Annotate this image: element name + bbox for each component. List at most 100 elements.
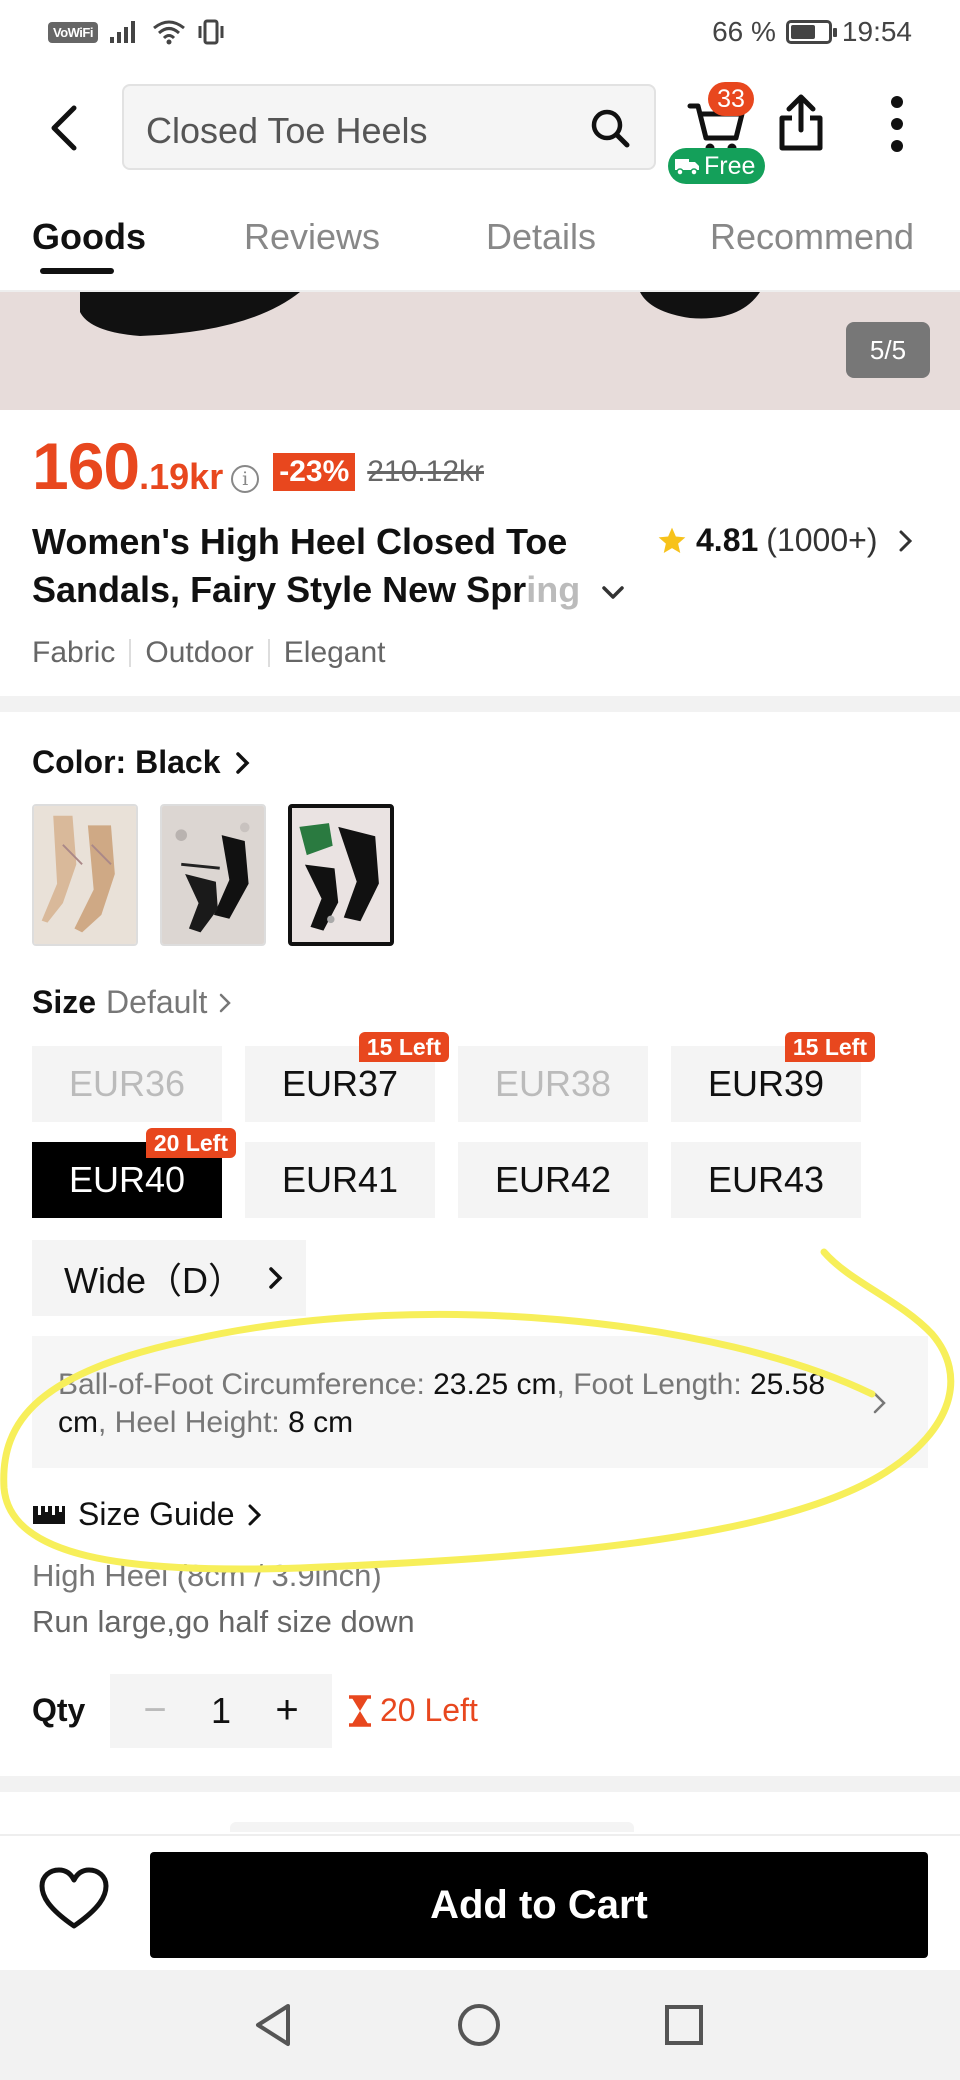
tab-recommend[interactable]: Recommend xyxy=(710,216,914,258)
status-left: VoWiFi xyxy=(48,18,226,46)
tag-item: Outdoor xyxy=(145,636,254,669)
active-tab-indicator xyxy=(40,268,114,274)
chevron-right-icon xyxy=(899,530,913,551)
tab-details[interactable]: Details xyxy=(486,216,596,258)
image-counter: 5/5 xyxy=(846,322,930,378)
search-icon[interactable] xyxy=(588,106,632,150)
chevron-right-icon xyxy=(236,751,250,774)
section-divider xyxy=(0,696,960,712)
swatch-image-black-ankle-strap xyxy=(292,808,390,942)
add-to-cart-button[interactable]: Add to Cart xyxy=(150,1852,928,1958)
color-swatch-black-ankle-strap[interactable] xyxy=(288,804,394,946)
fit-advice-text: Run large,go half size down xyxy=(32,1604,415,1639)
search-bar[interactable]: Closed Toe Heels xyxy=(122,84,656,170)
size-option-label: EUR41 xyxy=(281,1159,399,1200)
section-divider xyxy=(0,1776,960,1792)
size-option-eur38: EUR38 xyxy=(458,1046,648,1122)
tab-reviews[interactable]: Reviews xyxy=(244,216,380,258)
size-guide-label: Size Guide xyxy=(78,1496,235,1532)
rating-summary[interactable]: 4.81 (1000+) xyxy=(656,522,915,559)
back-button[interactable] xyxy=(36,96,92,160)
qty-increase-button[interactable]: + xyxy=(260,1674,314,1748)
size-default-text: Default xyxy=(106,984,208,1020)
wishlist-button[interactable] xyxy=(38,1866,110,1937)
width-selector-button[interactable]: Wide（D） xyxy=(32,1240,306,1316)
discount-badge: -23% xyxy=(273,453,356,491)
tab-goods[interactable]: Goods xyxy=(32,216,146,258)
qty-decrease-button[interactable]: − xyxy=(128,1674,182,1748)
size-option-eur41[interactable]: EUR41 xyxy=(245,1142,435,1218)
expand-title-chevron-icon[interactable] xyxy=(598,580,628,604)
stock-warning: 20 Left xyxy=(346,1692,478,1729)
size-selector-label[interactable]: Size Default xyxy=(32,984,233,1021)
width-value: Wide（D） xyxy=(64,1260,245,1301)
size-option-label: EUR43 xyxy=(707,1159,825,1200)
original-price: 210.12kr xyxy=(367,455,484,488)
size-option-eur40[interactable]: EUR40 20 Left xyxy=(32,1128,236,1218)
color-swatch-black-studded[interactable] xyxy=(160,804,266,946)
price-decimal: .19kr xyxy=(139,456,224,497)
free-shipping-badge: Free xyxy=(668,148,766,184)
title-fade-text: ing xyxy=(526,569,581,610)
battery-fill xyxy=(790,25,815,39)
share-button[interactable] xyxy=(776,92,826,161)
section-tabs: Goods Reviews Details Recommend xyxy=(0,194,960,292)
chevron-right-icon xyxy=(873,1392,886,1414)
status-right: 66 % 19:54 xyxy=(712,16,912,48)
nav-home-icon[interactable] xyxy=(456,2002,502,2048)
title-line-2-text: Sandals, Fairy Style New Spr xyxy=(32,569,527,610)
size-option-eur42[interactable]: EUR42 xyxy=(458,1142,648,1218)
size-label-text: Size xyxy=(32,984,97,1020)
swatch-image-nude xyxy=(34,806,136,944)
share-icon xyxy=(779,94,823,151)
product-title[interactable]: Women's High Heel Closed Toe Sandals, Fa… xyxy=(32,518,632,614)
battery-icon xyxy=(785,20,837,44)
system-navigation-bar xyxy=(0,1970,960,2080)
chevron-right-icon xyxy=(248,1504,261,1525)
chevron-right-icon xyxy=(269,1267,283,1289)
size-measurements-box[interactable]: Ball-of-Foot Circumference: 23.25 cm, Fo… xyxy=(32,1336,928,1468)
price-info-icon[interactable]: i xyxy=(231,465,260,493)
free-label: Free xyxy=(704,152,756,180)
more-vertical-icon xyxy=(891,96,903,152)
review-count: (1000+) xyxy=(766,522,878,558)
signal-icon xyxy=(109,21,135,43)
size-option-eur43[interactable]: EUR43 xyxy=(671,1142,861,1218)
size-option-label: EUR40 xyxy=(68,1159,186,1200)
nav-recents-icon[interactable] xyxy=(664,2002,704,2048)
measure-value: 23.25 cm xyxy=(433,1368,557,1401)
stock-left-text: 20 Left xyxy=(380,1692,478,1728)
product-image-gallery[interactable]: 5/5 xyxy=(0,292,960,410)
color-selector-label[interactable]: Color: Black xyxy=(32,744,252,781)
price-row: 160 .19kr i -23% 210.12kr xyxy=(32,428,484,504)
nav-back-icon[interactable] xyxy=(252,2002,296,2048)
color-swatch-nude[interactable] xyxy=(32,804,138,946)
product-photo xyxy=(80,292,760,336)
size-option-eur36: EUR36 xyxy=(32,1046,222,1122)
title-line-2: Sandals, Fairy Style New Spring xyxy=(32,566,632,614)
quantity-stepper: − 1 + xyxy=(110,1674,332,1748)
more-options-button[interactable] xyxy=(872,92,922,161)
price-integer: 160 xyxy=(32,429,140,503)
tag-separator xyxy=(267,639,270,667)
size-option-label: EUR42 xyxy=(494,1159,612,1200)
size-option-label: EUR38 xyxy=(494,1063,612,1104)
search-input[interactable]: Closed Toe Heels xyxy=(146,110,428,152)
cart-button[interactable]: 33 Free xyxy=(668,82,766,184)
truck-icon xyxy=(675,159,699,176)
size-option-label: EUR36 xyxy=(68,1063,186,1104)
size-option-eur39[interactable]: EUR39 15 Left xyxy=(671,1032,875,1122)
measure-label: , Foot Length: xyxy=(556,1368,750,1401)
size-option-label: EUR37 xyxy=(281,1063,399,1104)
chevron-right-icon xyxy=(220,993,232,1012)
swatch-image-black-studded xyxy=(162,806,264,944)
size-guide-link[interactable]: Size Guide xyxy=(32,1496,263,1533)
status-bar: VoWiFi 66 % 19:54 xyxy=(0,0,960,66)
battery-percent: 66 % xyxy=(712,16,776,47)
qty-value[interactable]: 1 xyxy=(184,1674,258,1748)
tag-item: Elegant xyxy=(283,636,386,669)
cart-count-badge: 33 xyxy=(708,82,754,116)
tag-item: Fabric xyxy=(32,636,116,669)
measure-value: 8 cm xyxy=(288,1406,354,1439)
size-option-eur37[interactable]: EUR37 15 Left xyxy=(245,1032,449,1122)
